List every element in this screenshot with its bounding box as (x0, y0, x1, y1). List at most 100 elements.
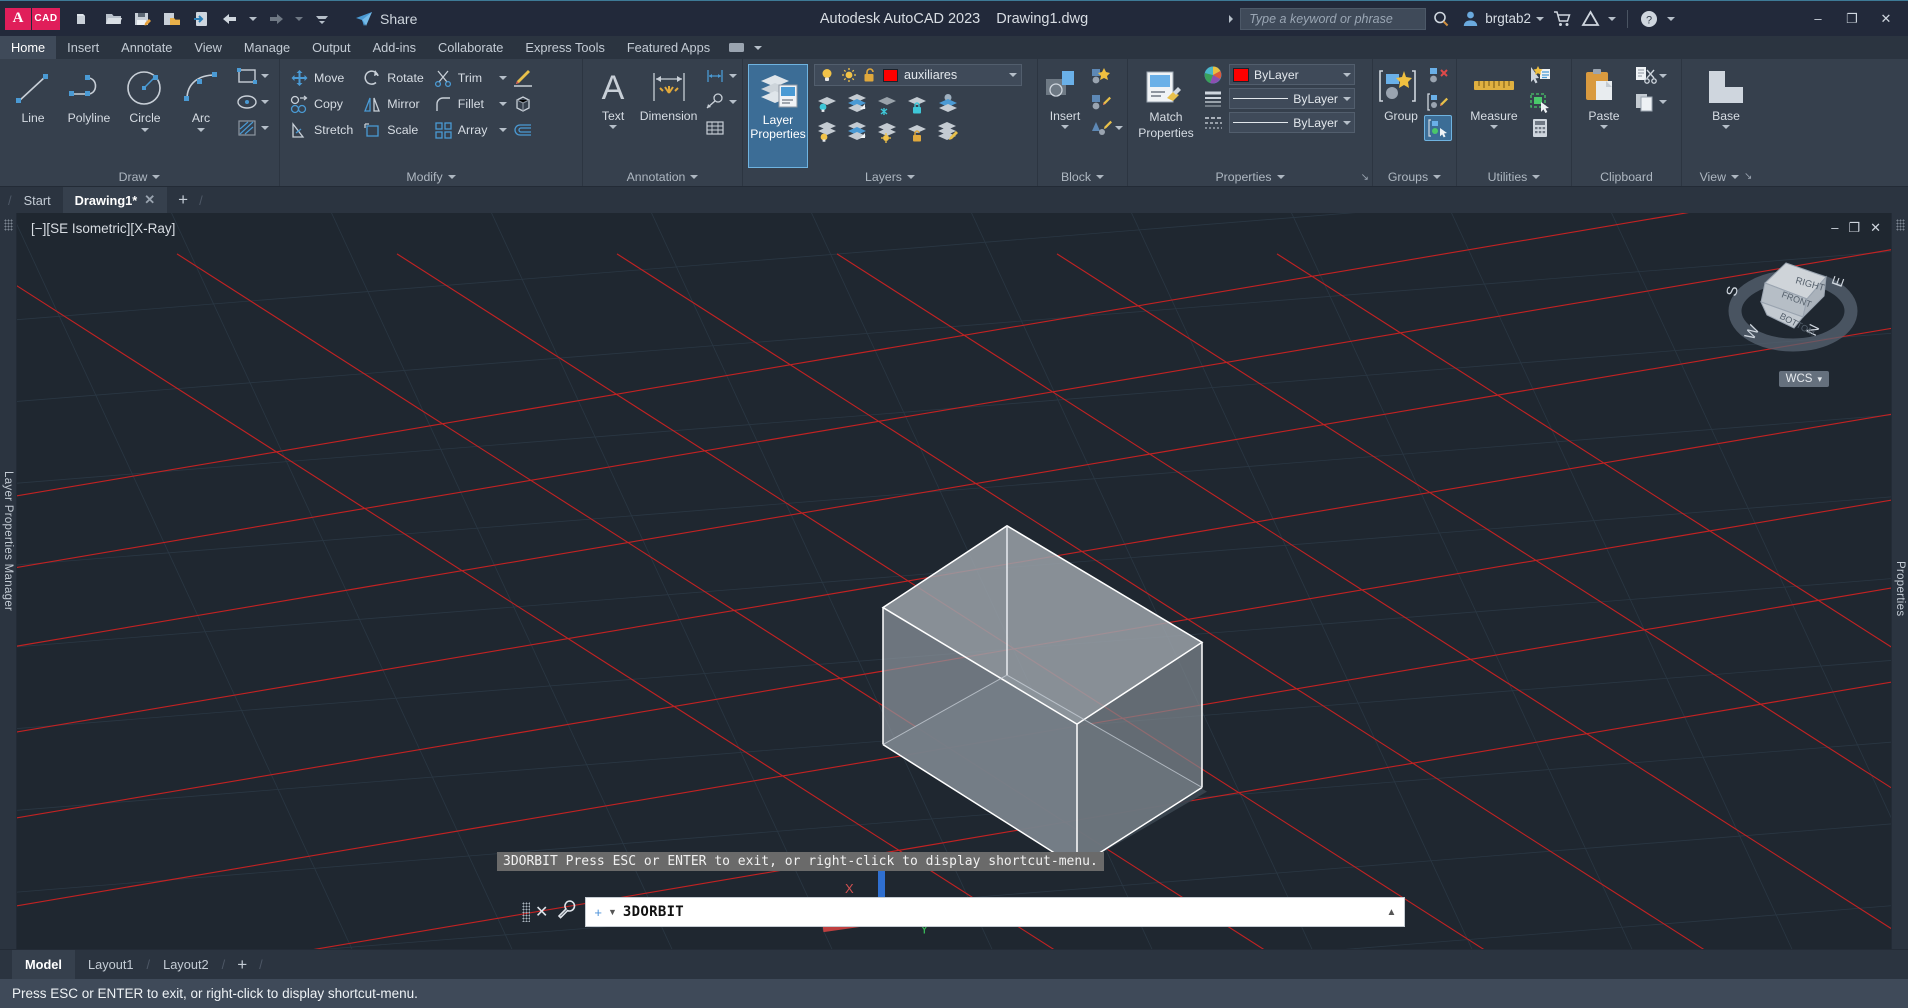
block-insert-dropdown-caret-icon[interactable] (1061, 125, 1069, 129)
modify-offset-icon[interactable] (509, 117, 537, 143)
undo-icon[interactable] (217, 6, 243, 32)
ribbon-tab-view[interactable]: View (183, 36, 233, 59)
user-account-button[interactable]: brgtab2 (1462, 10, 1531, 27)
base-view-dropdown-caret-icon[interactable] (1722, 125, 1730, 129)
open-file-icon[interactable] (101, 6, 127, 32)
panel-view-caret-icon[interactable] (1731, 174, 1740, 179)
command-line-close-icon[interactable]: ✕ (535, 902, 548, 922)
infocenter-caret-icon[interactable] (1229, 14, 1234, 23)
document-tab-close-icon[interactable]: ✕ (144, 192, 155, 208)
copy-clipboard-icon[interactable] (1631, 89, 1659, 115)
help-icon[interactable]: ? (1636, 6, 1662, 32)
ribbon-tab-express-tools[interactable]: Express Tools (514, 36, 615, 59)
document-tab-drawing1[interactable]: Drawing1* ✕ (62, 187, 168, 213)
ribbon-tab-manage[interactable]: Manage (233, 36, 301, 59)
modify-fillet-dropdown-caret-icon[interactable] (498, 102, 507, 106)
layer-unisolate-icon[interactable] (844, 91, 872, 117)
modify-trim-button[interactable]: Trim (429, 65, 493, 91)
measure-dropdown-caret-icon[interactable] (1490, 125, 1498, 129)
modify-copy-button[interactable]: Copy (285, 91, 358, 117)
command-input[interactable]: + ▼ 3DORBIT ▲ (585, 897, 1406, 927)
draw-circle-dropdown-caret-icon[interactable] (141, 128, 149, 132)
search-icon[interactable] (1428, 6, 1454, 32)
paste-button[interactable]: Paste (1577, 63, 1631, 129)
autocad-logo-a[interactable]: A (5, 7, 31, 30)
layer-match-icon[interactable] (844, 119, 872, 145)
autodesk-logo-icon[interactable] (1577, 6, 1603, 32)
panel-block-title[interactable]: Block (1038, 167, 1127, 186)
command-line-grip[interactable] (522, 902, 530, 922)
new-document-tab-button[interactable]: + (167, 187, 199, 213)
block-attribute-dropdown-caret-icon[interactable] (1115, 126, 1123, 130)
modify-scale-button[interactable]: Scale (358, 117, 429, 143)
draw-hatch-dropdown-caret-icon[interactable] (261, 126, 269, 130)
ribbon-tab-annotate[interactable]: Annotate (110, 36, 183, 59)
ribbon-tab-collaborate[interactable]: Collaborate (427, 36, 514, 59)
modify-mirror-button[interactable]: Mirror (358, 91, 429, 117)
draw-arc-dropdown-caret-icon[interactable] (197, 128, 205, 132)
layer-off-icon[interactable] (814, 119, 842, 145)
ribbon-tab-output[interactable]: Output (301, 36, 361, 59)
command-history-caret-icon[interactable]: ▼ (608, 907, 617, 917)
draw-hatch-icon[interactable] (233, 115, 261, 141)
panel-clipboard-title[interactable]: Clipboard (1572, 167, 1681, 186)
plot-icon[interactable] (188, 6, 214, 32)
block-insert-button[interactable]: Insert (1043, 63, 1087, 129)
cut-icon[interactable] (1631, 63, 1659, 89)
wrench-icon[interactable] (557, 900, 576, 924)
properties-dialog-launcher[interactable]: ↘ (1361, 172, 1369, 183)
panel-properties-title[interactable]: Properties (1128, 167, 1372, 186)
annotation-dimension-button[interactable]: Dimension (638, 63, 699, 123)
panel-annotation-title[interactable]: Annotation (583, 167, 742, 186)
annotation-table-icon[interactable] (701, 115, 729, 141)
layer-color-swatch[interactable] (883, 68, 898, 82)
linewidth-caret-icon[interactable] (1343, 96, 1351, 101)
modify-pencil-erase-icon[interactable] (509, 65, 537, 91)
draw-polyline-button[interactable]: Polyline (61, 63, 117, 125)
new-layout-button[interactable]: + (225, 950, 259, 979)
document-tab-start[interactable]: Start (12, 187, 63, 213)
modify-trim-dropdown-caret-icon[interactable] (498, 76, 507, 80)
panel-draw-caret-icon[interactable] (152, 174, 161, 179)
annotation-linear-dropdown-caret-icon[interactable] (729, 74, 737, 78)
user-dropdown-caret[interactable] (1536, 16, 1544, 21)
layer-merge-icon[interactable] (934, 91, 962, 117)
layer-unlock-icon[interactable] (904, 119, 932, 145)
viewport-close-button[interactable]: ✕ (1870, 220, 1881, 236)
draw-rectangle-icon[interactable] (233, 63, 261, 89)
draw-ellipse-dropdown-caret-icon[interactable] (261, 100, 269, 104)
ribbon-tab-insert[interactable]: Insert (56, 36, 110, 59)
viewport-restore-button[interactable]: ❐ (1848, 220, 1860, 236)
minimize-window-button[interactable]: – (1802, 5, 1834, 33)
drawing-viewport[interactable]: Z Y X [−][SE Isometric][X-Ray] – ❐ ✕ S W… (17, 213, 1891, 949)
ribbon-tab-featured-apps[interactable]: Featured Apps (616, 36, 721, 59)
layer-lock-icon[interactable] (904, 91, 932, 117)
qat-customize-icon[interactable] (309, 6, 335, 32)
panel-groups-caret-icon[interactable] (1433, 174, 1442, 179)
panel-view-title[interactable]: View ↘ (1682, 167, 1770, 186)
calculator-icon[interactable] (1526, 115, 1554, 141)
select-all-icon[interactable] (1526, 89, 1554, 115)
close-window-button[interactable]: ✕ (1870, 5, 1902, 33)
block-edit-attribute-icon[interactable] (1087, 115, 1115, 141)
annotation-leader-dropdown-caret-icon[interactable] (729, 100, 737, 104)
save-file-icon[interactable] (130, 6, 156, 32)
panel-layers-caret-icon[interactable] (906, 175, 915, 179)
view-dialog-launcher[interactable]: ↘ (1744, 171, 1752, 182)
current-layer-caret-icon[interactable] (1009, 73, 1017, 77)
modify-move-button[interactable]: Move (285, 65, 358, 91)
draw-ellipse-icon[interactable] (233, 89, 261, 115)
ribbon-tab-home[interactable]: Home (0, 36, 57, 59)
layer-properties-manager-tab[interactable]: Layer Properties Manager (2, 471, 14, 611)
viewport-config-label[interactable]: [−][SE Isometric][X-Ray] (31, 221, 175, 236)
panel-block-caret-icon[interactable] (1096, 174, 1105, 179)
layer-freeze-icon[interactable] (874, 91, 902, 117)
object-color-dropdown[interactable]: ByLayer (1229, 64, 1355, 85)
quick-select-icon[interactable] (1526, 63, 1554, 89)
measure-button[interactable]: Measure (1462, 63, 1526, 129)
object-color-caret-icon[interactable] (1343, 72, 1351, 77)
draw-circle-button[interactable]: Circle (117, 63, 173, 132)
match-properties-button[interactable]: Match Properties (1133, 64, 1199, 140)
redo-icon[interactable] (263, 6, 289, 32)
command-expand-icon[interactable]: ▲ (1387, 907, 1397, 918)
